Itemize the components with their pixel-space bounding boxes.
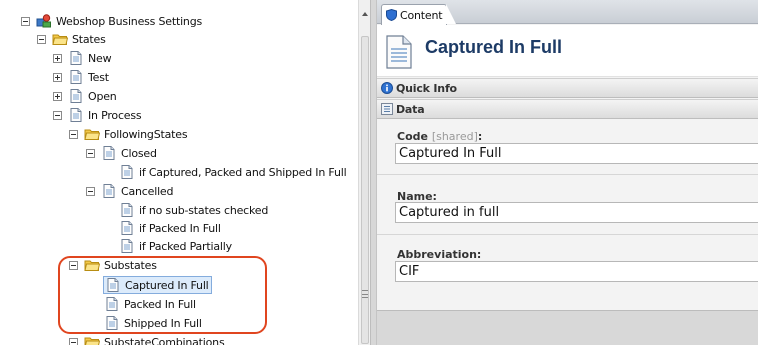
editor-footer	[377, 310, 758, 345]
tab-content[interactable]: Content	[381, 4, 447, 25]
tree-node-label: SubstateCombinations	[104, 335, 225, 345]
field-divider	[377, 174, 758, 175]
tree-node-label: FollowingStates	[104, 127, 188, 141]
expand-toggle[interactable]	[53, 53, 62, 63]
document-icon	[119, 202, 135, 218]
shield-icon	[386, 9, 397, 21]
page-title: Captured In Full	[425, 37, 562, 57]
data-fields: Code [shared]: Captured In Full Name: Ca…	[377, 120, 758, 310]
tree-scrollbar[interactable]	[358, 0, 370, 345]
scroll-up-icon[interactable]	[362, 12, 368, 16]
tree-node-cancelled-condition[interactable]: if Packed In Full	[119, 219, 221, 237]
collapse-toggle[interactable]	[21, 16, 30, 26]
tree-node-new[interactable]: New	[53, 49, 112, 67]
document-icon	[119, 164, 135, 180]
name-field[interactable]: Captured in full	[395, 202, 758, 223]
tree-node-closed[interactable]: Closed	[86, 144, 157, 162]
tree-node-label: if Packed In Full	[139, 221, 221, 235]
tree-node-label: Cancelled	[121, 184, 174, 198]
folder-icon	[52, 31, 68, 47]
tree-node-label: States	[72, 32, 106, 46]
document-icon	[68, 88, 84, 104]
document-icon	[68, 50, 84, 66]
data-section-icon	[381, 103, 393, 115]
collapse-toggle[interactable]	[53, 110, 62, 120]
document-icon	[386, 35, 412, 69]
tree-node-label: if no sub-states checked	[139, 203, 269, 217]
content-tree: Webshop Business Settings States New Tes…	[0, 0, 358, 345]
tree-node-cancelled-condition[interactable]: if no sub-states checked	[119, 201, 268, 219]
collapse-toggle[interactable]	[69, 337, 78, 345]
tab-strip: Content	[377, 0, 758, 25]
tree-node-states[interactable]: States	[37, 30, 106, 48]
tree-node-label: New	[88, 51, 112, 65]
grip-icon	[362, 290, 368, 298]
tree-node-in-process[interactable]: In Process	[53, 106, 142, 124]
tree-node-following-states[interactable]: FollowingStates	[69, 125, 188, 143]
tree-node-cancelled[interactable]: Cancelled	[86, 182, 173, 200]
item-header: Captured In Full	[377, 25, 758, 77]
collapse-toggle[interactable]	[86, 148, 95, 158]
tree-node-label: Open	[88, 89, 117, 103]
info-icon	[381, 82, 393, 94]
tree-node-webshop-business-settings[interactable]: Webshop Business Settings	[21, 12, 202, 30]
document-icon	[101, 145, 117, 161]
content-editor: Content Captured In Full Quick Info Data…	[377, 0, 758, 345]
field-divider	[377, 234, 758, 235]
field-label-code: Code [shared]:	[397, 130, 483, 143]
tree-node-substate-combinations[interactable]: SubstateCombinations	[69, 333, 225, 345]
tree-node-label: Webshop Business Settings	[56, 14, 203, 28]
collapse-toggle[interactable]	[37, 34, 46, 44]
section-label: Quick Info	[396, 81, 457, 95]
document-icon	[68, 107, 84, 123]
document-icon	[119, 220, 135, 236]
site-icon	[36, 13, 52, 29]
tree-node-closed-condition[interactable]: if Captured, Packed and Shipped In Full	[119, 163, 347, 181]
document-icon	[68, 69, 84, 85]
folder-icon	[84, 126, 100, 142]
tab-label: Content	[400, 8, 443, 22]
expand-toggle[interactable]	[53, 72, 62, 82]
field-label-abbreviation: Abbreviation:	[397, 248, 482, 261]
section-data[interactable]: Data	[377, 99, 758, 119]
expand-toggle[interactable]	[53, 91, 62, 101]
tree-node-label: Test	[88, 70, 109, 84]
collapse-toggle[interactable]	[69, 129, 78, 139]
tree-node-cancelled-condition[interactable]: if Packed Partially	[119, 237, 232, 255]
code-field[interactable]: Captured In Full	[395, 143, 758, 164]
tree-node-test[interactable]: Test	[53, 68, 109, 86]
section-label: Data	[396, 102, 425, 116]
folder-icon	[84, 334, 100, 345]
tree-node-label: In Process	[88, 108, 142, 122]
section-quick-info[interactable]: Quick Info	[377, 78, 758, 98]
pane-splitter[interactable]	[370, 0, 377, 345]
abbreviation-field[interactable]: CIF	[395, 261, 758, 282]
tab-edge	[446, 4, 456, 24]
tree-node-label: if Captured, Packed and Shipped In Full	[139, 165, 347, 179]
document-icon	[101, 183, 117, 199]
shared-tag: [shared]	[431, 130, 478, 143]
tree-node-open[interactable]: Open	[53, 87, 117, 105]
annotation-highlight-circle	[58, 256, 267, 334]
document-icon	[119, 238, 135, 254]
tree-node-label: if Packed Partially	[139, 239, 232, 253]
collapse-toggle[interactable]	[86, 186, 95, 196]
tree-node-label: Closed	[121, 146, 157, 160]
